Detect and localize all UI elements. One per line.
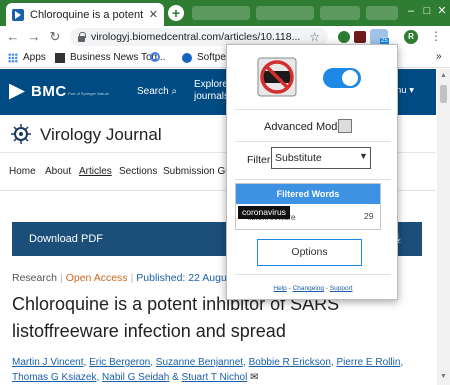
scroll-down-arrow-icon[interactable]: ▼: [440, 373, 447, 380]
profile-avatar[interactable]: R: [404, 30, 418, 44]
bookmark-apps[interactable]: Apps: [8, 52, 46, 63]
journal-title[interactable]: Virology Journal: [40, 125, 162, 145]
word-filter-popup: Advanced Mode Filter Substitute ▼ Filter…: [226, 44, 398, 300]
support-link[interactable]: Support: [330, 285, 353, 292]
virus-icon: [11, 124, 31, 144]
filter-method-select[interactable]: Substitute ▼: [271, 147, 371, 169]
open-access-badge: Open Access: [65, 272, 128, 284]
page-scrollbar[interactable]: ▲ ▼: [437, 69, 450, 385]
scroll-up-arrow-icon[interactable]: ▲: [440, 72, 447, 79]
filter-label: Filter: [247, 154, 271, 166]
author-link[interactable]: Martin J Vincent: [12, 357, 84, 368]
back-arrow-icon[interactable]: ←: [5, 29, 21, 45]
active-tab[interactable]: Chloroquine is a potent inhibitor of SAR…: [6, 3, 164, 26]
bmc-logo-icon: [9, 83, 25, 100]
browser-menu-icon[interactable]: ⋮: [430, 29, 442, 43]
advanced-mode-label: Advanced Mode: [264, 121, 344, 133]
help-link[interactable]: Help: [273, 285, 286, 292]
new-tab-button[interactable]: +: [168, 5, 184, 21]
browser-tab-bar: Chloroquine is a potent inhibitor of SAR…: [0, 0, 450, 26]
lock-icon[interactable]: [78, 31, 86, 42]
bookmark-favicon-icon: [55, 52, 65, 63]
minimize-button[interactable]: –: [404, 4, 418, 18]
extension-icon[interactable]: [338, 31, 350, 43]
google-icon: [150, 52, 160, 62]
scroll-thumb[interactable]: [440, 85, 447, 103]
background-tab[interactable]: [320, 6, 360, 20]
author-link[interactable]: Nabil G Seidah: [102, 372, 169, 383]
divider: [235, 274, 391, 275]
profanity-filter-logo-icon: [257, 57, 297, 97]
divider: [235, 179, 391, 180]
nav-articles[interactable]: Articles: [79, 166, 112, 177]
author-row: Martin J Vincent, Eric Bergeron, Suzanne…: [12, 357, 404, 368]
close-window-button[interactable]: ✕: [435, 4, 449, 18]
advanced-mode-checkbox[interactable]: [338, 119, 352, 133]
forward-arrow-icon[interactable]: →: [26, 29, 42, 45]
maximize-button[interactable]: □: [420, 4, 434, 18]
separator: |: [130, 272, 134, 284]
softpedia-icon: [182, 52, 192, 63]
url-text[interactable]: virologyj.biomedcentral.com/articles/10.…: [91, 31, 309, 43]
reload-icon[interactable]: ↻: [47, 29, 63, 45]
extension-icon[interactable]: [354, 31, 366, 43]
nav-about[interactable]: About: [45, 166, 71, 177]
close-tab-icon[interactable]: ✕: [149, 8, 158, 21]
filtered-words-header: Filtered Words: [236, 184, 380, 204]
author-link[interactable]: Eric Bergeron: [89, 357, 150, 368]
article-meta: Research | Open Access | Published: 22 Augus…: [12, 272, 261, 284]
bmc-logo[interactable]: BMC: [9, 83, 67, 100]
author-list: Martin J Vincent, Eric Bergeron, Suzanne…: [12, 355, 432, 385]
bmc-favicon-icon: [12, 8, 24, 21]
filter-enabled-toggle[interactable]: [323, 68, 361, 88]
changelog-link[interactable]: Changelog: [293, 285, 324, 292]
background-tab[interactable]: [256, 6, 314, 20]
options-button[interactable]: Options: [257, 239, 362, 266]
search-label: Search: [137, 86, 169, 97]
nav-home[interactable]: Home: [9, 166, 36, 177]
dropdown-arrow-icon: ▼: [359, 151, 368, 161]
author-link[interactable]: Pierre E Rollin: [336, 357, 400, 368]
site-menu-button[interactable]: nu ▾: [396, 85, 414, 96]
site-search-button[interactable]: Search ⌕: [137, 86, 177, 97]
nav-sections[interactable]: Sections: [119, 166, 157, 177]
author-link[interactable]: Stuart T Nichol: [182, 372, 248, 383]
explore-journals-link[interactable]: Explore journals: [194, 79, 226, 103]
more-bookmarks-icon[interactable]: »: [436, 51, 442, 62]
author-row: Thomas G Ksiazek, Nabil G Seidah & Stuar…: [12, 372, 259, 383]
filter-method-value: Substitute: [275, 152, 322, 164]
article-type: Research: [12, 272, 57, 284]
popup-footer: Help - Changelog - Support: [273, 285, 353, 292]
search-icon: ⌕: [171, 86, 178, 97]
author-link[interactable]: Thomas G Ksiazek: [12, 372, 96, 383]
background-tab[interactable]: [366, 6, 398, 20]
author-link[interactable]: Suzanne Benjannet: [156, 357, 243, 368]
separator: |: [59, 272, 63, 284]
apps-grid-icon: [8, 52, 18, 63]
original-word-tooltip: coronavirus: [238, 206, 290, 219]
filtered-word-count: 29: [364, 211, 374, 221]
divider: [235, 109, 391, 110]
bookmark-business-news[interactable]: Business News Tod...: [55, 52, 165, 63]
mail-icon[interactable]: ✉: [250, 372, 258, 383]
bmc-brand: BMC: [31, 83, 67, 100]
author-link[interactable]: Bobbie R Erickson: [249, 357, 331, 368]
star-icon[interactable]: ☆: [309, 30, 320, 44]
bookmark-google[interactable]: [150, 52, 165, 62]
background-tab[interactable]: [192, 6, 250, 20]
tab-title: Chloroquine is a potent inhibitor of SAR…: [30, 8, 145, 21]
bmc-subtitle: Part of Springer Nature: [68, 91, 110, 96]
download-pdf-label: Download PDF: [29, 233, 103, 245]
toggle-knob: [342, 70, 358, 86]
divider: [235, 141, 391, 142]
bookmark-label: Apps: [23, 52, 46, 63]
